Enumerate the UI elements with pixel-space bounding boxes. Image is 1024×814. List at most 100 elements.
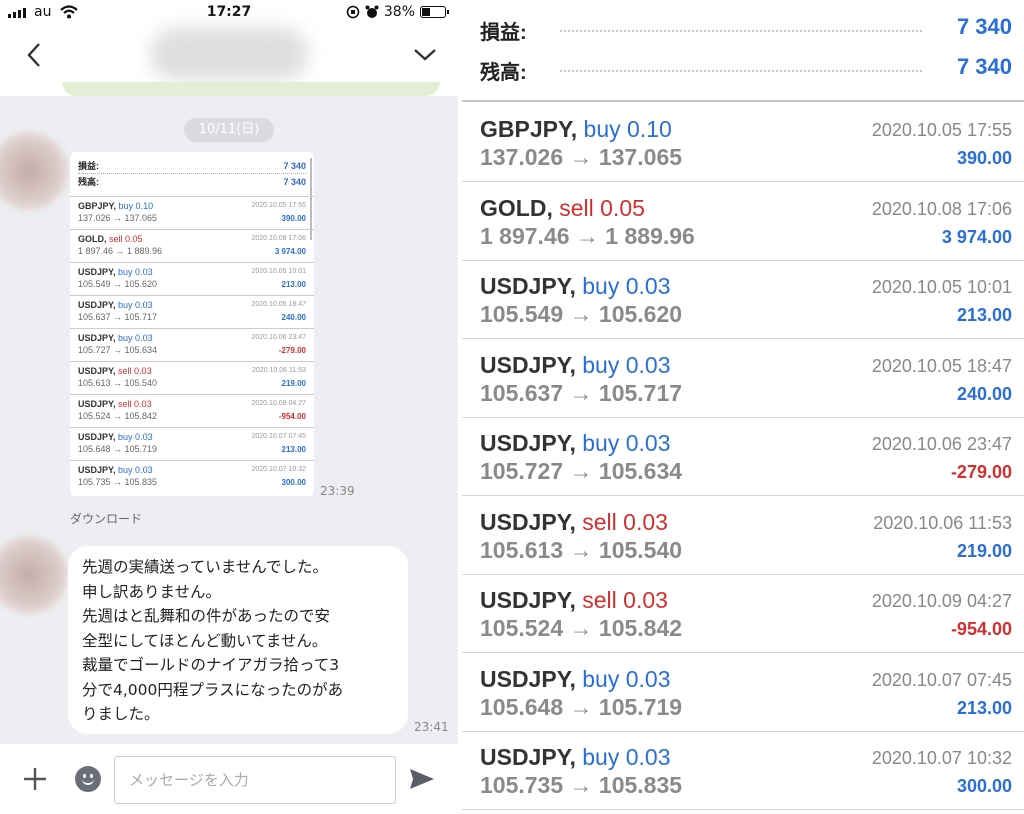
avatar[interactable] bbox=[0, 132, 68, 210]
trade-side: sell 0.03 bbox=[582, 587, 668, 613]
avatar[interactable] bbox=[0, 536, 68, 614]
dotted-leader bbox=[560, 70, 922, 72]
trade-side: sell 0.05 bbox=[559, 194, 645, 221]
thumb-trade-symbol-text: USDJPY, bbox=[78, 399, 116, 409]
message-timestamp: 23:41 bbox=[414, 720, 449, 734]
summary-divider bbox=[462, 100, 1024, 102]
trade-symbol: USDJPY, buy 0.03 bbox=[480, 273, 671, 300]
thumb-trade-datetime: 2020.10.05 18:47 bbox=[251, 301, 307, 308]
thumb-trade-symbol-text: USDJPY, bbox=[78, 300, 116, 310]
trade-row[interactable]: USDJPY, buy 0.03 105.727 → 105.634 2020.10… bbox=[462, 418, 1024, 496]
trade-symbol: USDJPY, buy 0.03 bbox=[480, 744, 671, 771]
trade-row[interactable]: USDJPY, buy 0.03 105.637 → 105.717 2020.10… bbox=[462, 340, 1024, 418]
orientation-lock-icon bbox=[346, 5, 360, 19]
trade-datetime: 2020.10.05 17:55 bbox=[871, 120, 1012, 140]
profit-row: 損益: 7 340 bbox=[480, 10, 1012, 50]
thumb-trade-side: sell 0.03 bbox=[118, 399, 152, 409]
trade-row[interactable]: USDJPY, buy 0.03 105.549 → 105.620 2020.10… bbox=[462, 261, 1024, 339]
chat-header bbox=[0, 26, 458, 86]
trade-row[interactable]: GOLD, sell 0.05 1 897.46 → 1 889.96 2020.1… bbox=[462, 183, 1024, 261]
trade-datetime: 2020.10.05 18:47 bbox=[871, 355, 1012, 376]
message-line: 先週はと乱舞和の件があったので安 bbox=[82, 607, 331, 625]
thumb-trade-symbol-text: USDJPY, bbox=[78, 366, 116, 376]
chat-area[interactable]: 10/11(日) 損益: 7 340 残高: 7 340 GBPJPY, buy 0… bbox=[0, 96, 458, 744]
thumb-trade-row: USDJPY, buy 0.03 105.727 → 105.634 2020.10… bbox=[70, 328, 314, 361]
trade-row[interactable]: USDJPY, sell 0.03 105.613 → 105.540 2020.1… bbox=[462, 497, 1024, 575]
trade-datetime: 2020.10.08 17:06 bbox=[871, 198, 1012, 219]
thumb-trade-symbol-text: GOLD, bbox=[78, 234, 107, 244]
thumb-trade-side: buy 0.03 bbox=[118, 267, 153, 277]
trade-datetime: 2020.10.06 11:53 bbox=[873, 512, 1012, 533]
trade-profit: -279.00 bbox=[950, 462, 1012, 482]
thumb-trade-prices: 137.026 → 137.065 bbox=[78, 213, 158, 223]
thumb-trade-symbol-text: GBPJPY, bbox=[78, 201, 117, 211]
trade-prices: 105.727 → 105.634 bbox=[480, 458, 683, 484]
profit-value: 7 340 bbox=[948, 14, 1012, 40]
text-message-bubble[interactable]: 先週の実績送っていませんでした。 申し訳ありません。 先週はと乱舞和の件があった… bbox=[68, 546, 408, 734]
thumb-trade-side: buy 0.03 bbox=[118, 432, 153, 442]
thumb-trade-symbol: USDJPY, buy 0.03 bbox=[78, 432, 153, 442]
contact-name-blurred[interactable] bbox=[150, 28, 308, 80]
message-line: 全型にしてほとんど動いてません。 bbox=[82, 631, 328, 650]
trade-prices: 105.637 → 105.717 bbox=[480, 379, 683, 406]
thumb-trade-symbol: GBPJPY, buy 0.10 bbox=[78, 201, 153, 211]
send-icon[interactable] bbox=[408, 767, 436, 791]
screenshot-image-message[interactable]: 損益: 7 340 残高: 7 340 GBPJPY, buy 0.10 137.02… bbox=[70, 152, 314, 496]
message-input-bar bbox=[0, 744, 458, 814]
thumb-trade-side: buy 0.03 bbox=[118, 333, 153, 343]
battery-percent: 38% bbox=[383, 4, 415, 20]
message-line: 裁量でゴールドのナイアガラ拾って3 bbox=[82, 656, 340, 674]
thumb-trade-symbol-text: USDJPY, bbox=[78, 333, 116, 343]
trade-side: buy 0.03 bbox=[582, 665, 671, 692]
trade-row[interactable]: GBPJPY, buy 0.10 137.026 → 137.065 2020.10… bbox=[462, 104, 1024, 182]
trade-profit: 300.00 bbox=[956, 776, 1012, 796]
thumb-trade-datetime: 2020.10.09 04:27 bbox=[251, 400, 307, 407]
message-line: 先週の実績送っていませんでした。 bbox=[82, 558, 328, 576]
thumb-balance-value: 7 340 bbox=[283, 177, 306, 187]
thumb-trade-row: GBPJPY, buy 0.10 137.026 → 137.065 2020.10… bbox=[70, 196, 314, 229]
trade-symbol-text: USDJPY, bbox=[480, 430, 576, 456]
trade-side: buy 0.03 bbox=[582, 351, 671, 378]
trade-side: buy 0.03 bbox=[582, 430, 671, 456]
thumb-trade-symbol: GOLD, sell 0.05 bbox=[78, 234, 143, 244]
trade-symbol: USDJPY, buy 0.03 bbox=[480, 352, 671, 379]
thumb-trade-datetime: 2020.10.08 17:06 bbox=[251, 235, 307, 242]
trade-side: sell 0.03 bbox=[582, 508, 668, 535]
thumb-trade-profit: 390.00 bbox=[281, 214, 306, 223]
trade-row[interactable]: USDJPY, buy 0.03 105.735 → 105.835 2020.10… bbox=[462, 732, 1024, 810]
plus-icon[interactable] bbox=[22, 766, 48, 792]
chevron-left-icon[interactable] bbox=[22, 40, 46, 70]
trade-symbol: USDJPY, buy 0.03 bbox=[480, 666, 671, 693]
thumb-trade-row: USDJPY, buy 0.03 105.637 → 105.717 2020.10… bbox=[70, 295, 314, 328]
balance-row: 残高: 7 340 bbox=[480, 50, 1012, 90]
chevron-down-icon[interactable] bbox=[410, 42, 440, 66]
trade-row[interactable]: USDJPY, buy 0.03 105.648 → 105.719 2020.10… bbox=[462, 654, 1024, 732]
trade-symbol-text: GOLD, bbox=[480, 194, 553, 221]
thumb-trade-prices: 105.524 → 105.842 bbox=[78, 411, 158, 421]
trade-side: buy 0.10 bbox=[583, 116, 672, 142]
thumb-profit-label: 損益: bbox=[78, 161, 99, 171]
thumb-trade-prices: 105.727 → 105.634 bbox=[78, 345, 158, 355]
thumb-trade-row: GOLD, sell 0.05 1 897.46 → 1 889.96 2020.1… bbox=[70, 229, 314, 262]
download-link[interactable]: ダウンロード bbox=[70, 510, 142, 527]
trade-symbol-text: USDJPY, bbox=[480, 665, 576, 692]
thumb-trade-symbol: USDJPY, buy 0.03 bbox=[78, 333, 153, 343]
thumb-trade-profit: 240.00 bbox=[281, 313, 306, 322]
trade-symbol: USDJPY, sell 0.03 bbox=[480, 509, 668, 536]
trade-prices: 105.549 → 105.620 bbox=[480, 301, 683, 327]
trade-symbol: GBPJPY, buy 0.10 bbox=[480, 116, 672, 143]
alarm-icon bbox=[365, 5, 379, 18]
thumb-trade-datetime: 2020.10.05 17:55 bbox=[251, 202, 307, 209]
trade-symbol-text: USDJPY, bbox=[480, 587, 576, 613]
trade-profit: 3 974.00 bbox=[941, 226, 1012, 247]
thumb-trade-row: USDJPY, buy 0.03 105.735 → 105.835 2020.10… bbox=[70, 460, 314, 493]
thumb-trade-symbol: USDJPY, sell 0.03 bbox=[78, 366, 152, 376]
thumb-trade-profit: 300.00 bbox=[281, 478, 306, 487]
trade-symbol-text: USDJPY, bbox=[480, 508, 576, 535]
thumb-trade-symbol: USDJPY, sell 0.03 bbox=[78, 399, 152, 409]
message-input[interactable] bbox=[114, 756, 396, 804]
trade-prices: 105.648 → 105.719 bbox=[480, 693, 683, 720]
trade-row[interactable]: USDJPY, sell 0.03 105.524 → 105.842 2020.1… bbox=[462, 575, 1024, 653]
message-line: 分で4,000円程プラスになったのがあ bbox=[82, 680, 344, 699]
smiley-icon[interactable] bbox=[75, 766, 101, 792]
